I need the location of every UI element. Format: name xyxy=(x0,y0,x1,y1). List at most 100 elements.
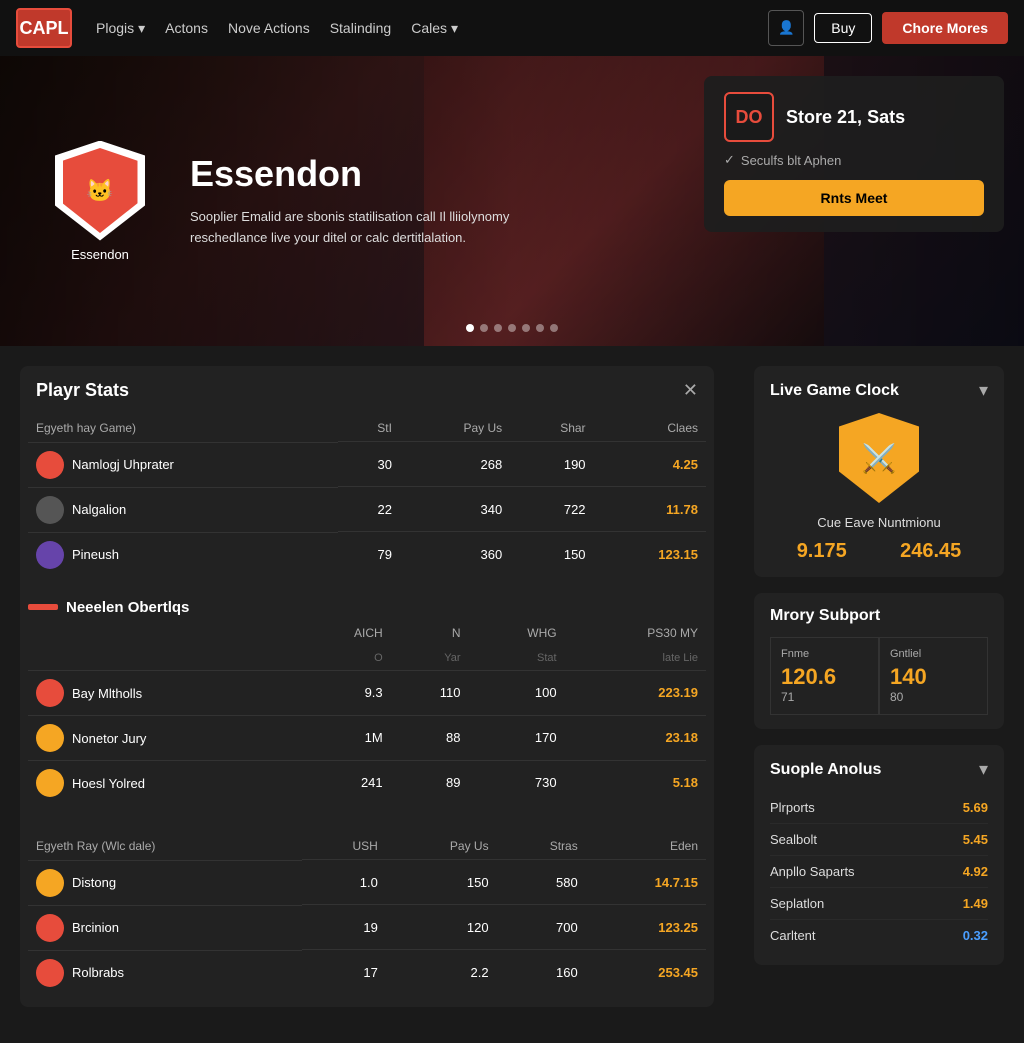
player-icon xyxy=(36,959,64,987)
col1-val: 1.0 xyxy=(302,860,386,905)
nav-link-actons[interactable]: Actons xyxy=(165,20,208,36)
clock-score-1: 9.175 xyxy=(797,540,847,563)
col3-val: 100 xyxy=(469,670,565,715)
player-name: Nonetor Jury xyxy=(72,731,146,746)
anolus-val: 5.69 xyxy=(963,800,988,815)
live-game-clock-title: Live Game Clock xyxy=(770,382,899,400)
dot-3[interactable] xyxy=(494,324,502,332)
player-name: Rolbrabs xyxy=(72,965,124,980)
user-icon-button[interactable]: 👤 xyxy=(768,10,804,46)
dot-6[interactable] xyxy=(536,324,544,332)
buy-button[interactable]: Buy xyxy=(814,13,872,43)
col3-val: 730 xyxy=(469,760,565,805)
suople-anolus-header: Suople Anolus ▾ xyxy=(770,759,988,780)
hero-card-header: DO Store 21, Sats xyxy=(724,92,984,142)
table2-wrap: AICH N WHG PS30 MY O Yar Stat late Lie xyxy=(20,620,714,818)
support-item-2: Gntliel 140 80 xyxy=(879,637,988,715)
t3-col-stras: Stras xyxy=(497,833,586,860)
nav-link-stalinding[interactable]: Stalinding xyxy=(330,20,392,36)
navbar: CAPL Plogis ▾ Actons Nove Actions Stalin… xyxy=(0,0,1024,56)
player-icon xyxy=(36,869,64,897)
col-val: 223.19 xyxy=(565,670,706,715)
dot-7[interactable] xyxy=(550,324,558,332)
anolus-name: Seplatlon xyxy=(770,896,824,911)
nav-link-nove-actions[interactable]: Nove Actions xyxy=(228,20,310,36)
col2-val: 150 xyxy=(386,860,497,905)
chevron-down-icon: ▾ xyxy=(451,20,458,37)
t3-col-ush: USH xyxy=(302,833,386,860)
dot-1[interactable] xyxy=(466,324,474,332)
player-name: Brcinion xyxy=(72,920,119,935)
dot-2[interactable] xyxy=(480,324,488,332)
shield-icon: 🐱 xyxy=(55,141,145,241)
player-icon xyxy=(36,496,64,524)
s2-sub-o: O xyxy=(296,646,391,671)
col3-val: 170 xyxy=(469,715,565,760)
chore-mores-button[interactable]: Chore Mores xyxy=(882,12,1008,44)
left-panel: Playr Stats ✕ Egyeth hay Game) StI Pay U… xyxy=(0,346,734,1043)
col-val: 23.18 xyxy=(565,715,706,760)
col-val: 11.78 xyxy=(594,487,706,532)
col3-val: 722 xyxy=(510,487,593,532)
anolus-name: Sealbolt xyxy=(770,832,817,847)
main-content: Playr Stats ✕ Egyeth hay Game) StI Pay U… xyxy=(0,346,1024,1043)
col-val: 253.45 xyxy=(586,950,706,995)
nav-link-cales[interactable]: Cales ▾ xyxy=(411,20,458,37)
col1-val: 79 xyxy=(338,532,400,577)
col1-val: 30 xyxy=(338,442,400,487)
logo[interactable]: CAPL xyxy=(16,8,72,48)
table3-wrap: Egyeth Ray (Wlc dale) USH Pay Us Stras E… xyxy=(20,833,714,1007)
close-button[interactable]: ✕ xyxy=(683,380,698,401)
clock-team-label: Cue Eave Nuntmionu xyxy=(770,515,988,530)
player-name: Hoesl Yolred xyxy=(72,776,145,791)
clock-scores: 9.175 246.45 xyxy=(770,540,988,563)
table-row: Brcinion 19 120 700 123.25 xyxy=(28,905,706,950)
player-icon xyxy=(36,451,64,479)
dot-5[interactable] xyxy=(522,324,530,332)
nav-link-plogis[interactable]: Plogis ▾ xyxy=(96,20,145,37)
collapse-icon[interactable]: ▾ xyxy=(979,380,988,401)
t3-col-name: Egyeth Ray (Wlc dale) xyxy=(28,833,302,860)
mrory-support-header: Mrory Subport xyxy=(770,607,988,625)
player-icon xyxy=(36,541,64,569)
anolus-val: 5.45 xyxy=(963,832,988,847)
table-row: Pineush 79 360 150 123.15 xyxy=(28,532,706,577)
suople-anolus-card: Suople Anolus ▾ Plrports 5.69 Sealbolt 5… xyxy=(754,745,1004,965)
table-row: Rolbrabs 17 2.2 160 253.45 xyxy=(28,950,706,995)
t3-col-pay: Pay Us xyxy=(386,833,497,860)
list-item: Sealbolt 5.45 xyxy=(770,824,988,856)
col2-val: 340 xyxy=(400,487,510,532)
player-name: Nalgalion xyxy=(72,502,126,517)
table-row: Nalgalion 22 340 722 11.78 xyxy=(28,487,706,532)
col2-val: 110 xyxy=(391,670,469,715)
collapse-anolus-icon[interactable]: ▾ xyxy=(979,759,988,780)
player-icon xyxy=(36,724,64,752)
col1-val: 241 xyxy=(296,760,391,805)
player-stats-title: Playr Stats xyxy=(36,380,129,401)
col1-val: 22 xyxy=(338,487,400,532)
player-icon xyxy=(36,679,64,707)
support-grid: Fnme 120.6 71 Gntliel 140 80 xyxy=(770,637,988,715)
col3-val: 580 xyxy=(497,860,586,905)
hero-carousel-dots xyxy=(466,324,558,332)
col1-val: 19 xyxy=(302,905,386,950)
col-val: 123.15 xyxy=(594,532,706,577)
user-icon: 👤 xyxy=(778,20,795,36)
col2-val: 88 xyxy=(391,715,469,760)
hero-team-logo: 🐱 Essendon xyxy=(40,136,160,266)
anolus-name: Carltent xyxy=(770,928,816,943)
hero-card: DO Store 21, Sats ✓ Seculfs blt Aphen Rn… xyxy=(704,76,1004,232)
player-icon xyxy=(36,914,64,942)
section2-title: Neeelen Obertlqs xyxy=(66,599,189,616)
col1-val: 9.3 xyxy=(296,670,391,715)
table-row: Bay Mltholls 9.3 110 100 223.19 xyxy=(28,670,706,715)
col-val: 14.7.15 xyxy=(586,860,706,905)
anolus-val: 1.49 xyxy=(963,896,988,911)
list-item: Carltent 0.32 xyxy=(770,920,988,951)
anolus-val: 4.92 xyxy=(963,864,988,879)
suople-anolus-title: Suople Anolus xyxy=(770,761,881,779)
rnts-meet-button[interactable]: Rnts Meet xyxy=(724,180,984,216)
col-val: 123.25 xyxy=(586,905,706,950)
clock-score-2: 246.45 xyxy=(900,540,961,563)
dot-4[interactable] xyxy=(508,324,516,332)
